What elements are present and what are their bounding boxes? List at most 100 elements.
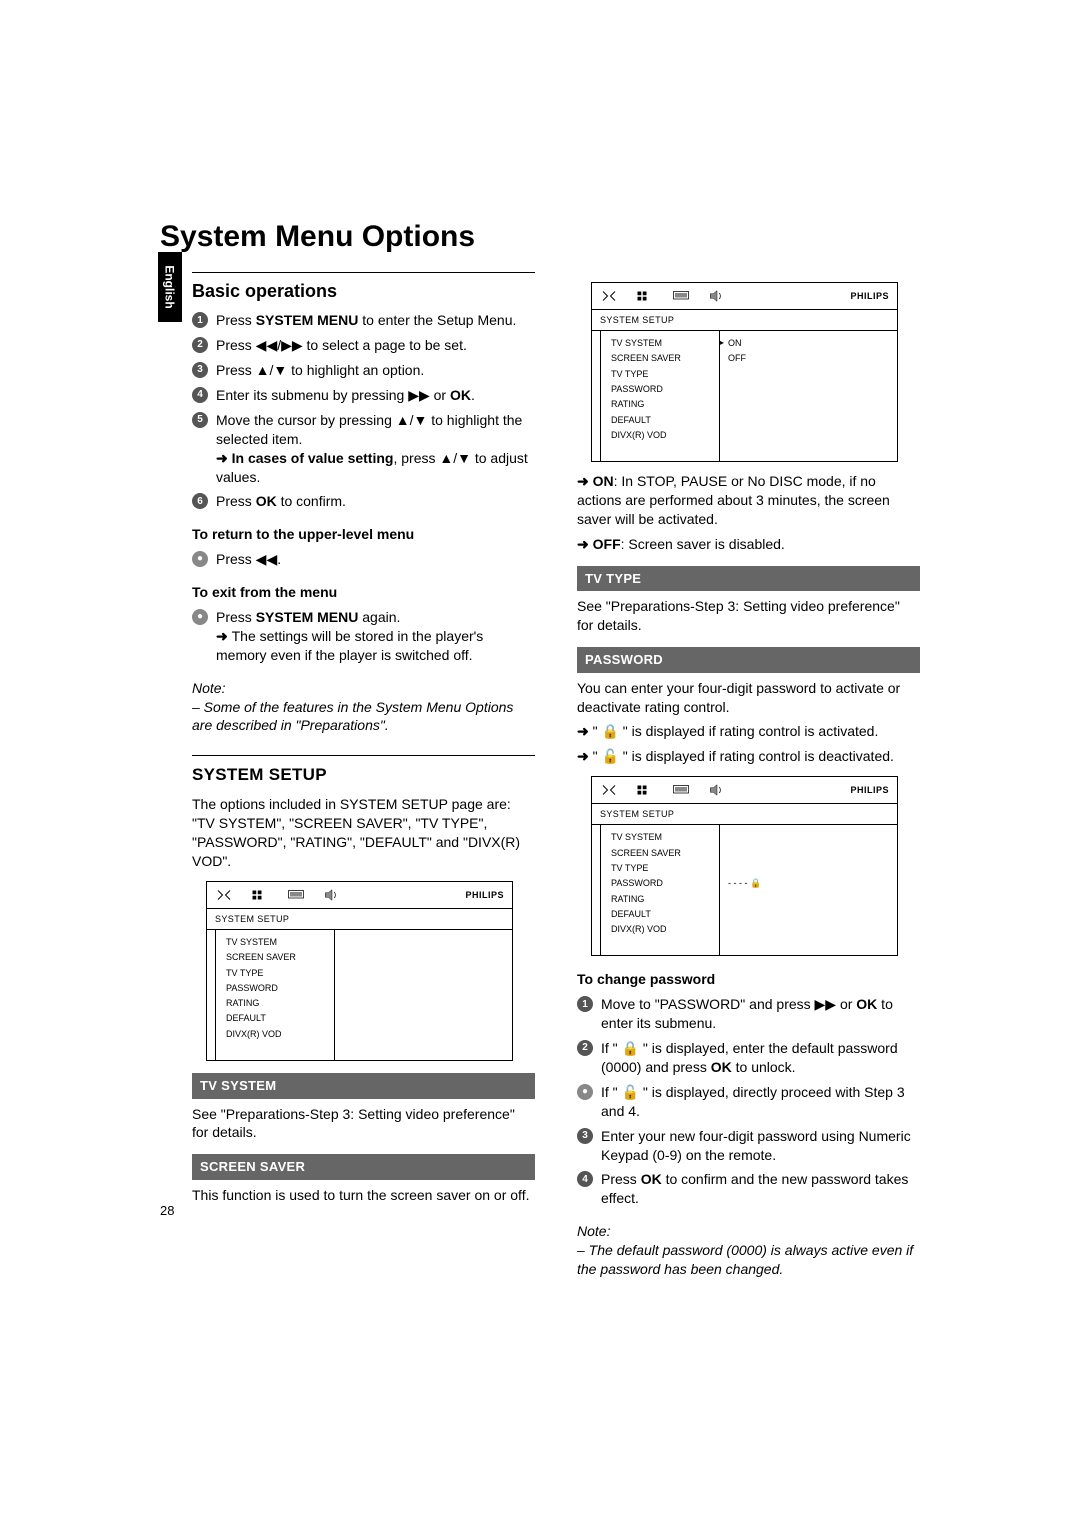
- text-bold: OK: [450, 387, 471, 403]
- bullet-2: 2: [192, 337, 208, 353]
- text: : In STOP, PAUSE or No DISC mode, if no …: [577, 473, 890, 527]
- grid-icon: [636, 783, 654, 797]
- bullet-1: 1: [577, 996, 593, 1012]
- osd-menu: TV SYSTEM SCREEN SAVER TV TYPE PASSWORD …: [215, 930, 335, 1060]
- osd-item: TV TYPE: [611, 367, 711, 382]
- tv-system-band: TV SYSTEM: [192, 1073, 535, 1099]
- text: to unlock.: [732, 1059, 796, 1075]
- system-setup-para: The options included in SYSTEM SETUP pag…: [192, 795, 535, 871]
- pw-step-3: 3Enter your new four-digit password usin…: [577, 1127, 920, 1165]
- brand-label: PHILIPS: [465, 889, 504, 901]
- text: to confirm.: [277, 493, 346, 509]
- language-tab: English: [158, 252, 182, 322]
- exit-step: ●Press SYSTEM MENU again.The settings wi…: [192, 608, 535, 665]
- text: : Screen saver is disabled.: [621, 536, 785, 552]
- pw-step-alt: ●If " 🔓 " is displayed, directly proceed…: [577, 1083, 920, 1121]
- osd-item: RATING: [611, 397, 711, 412]
- brand-label: PHILIPS: [850, 290, 889, 302]
- text: If " 🔓 " is displayed, directly proceed …: [601, 1083, 920, 1121]
- bullet-1: 1: [192, 312, 208, 328]
- screen-saver-para: This function is used to turn the screen…: [192, 1186, 535, 1205]
- osd-screenshot-screensaver: PHILIPS SYSTEM SETUP TV SYSTEM SCREEN SA…: [591, 282, 898, 462]
- tools-icon: [215, 888, 233, 902]
- text-bold: SYSTEM MENU: [256, 312, 359, 328]
- osd-item: DEFAULT: [611, 413, 711, 428]
- bullet-dot: ●: [192, 609, 208, 625]
- step-6: 6Press OK to confirm.: [192, 492, 535, 511]
- osd-item: TV TYPE: [611, 861, 711, 876]
- osd-item: SCREEN SAVER: [611, 846, 711, 861]
- text: to enter the Setup Menu.: [358, 312, 516, 328]
- osd-screenshot-password: PHILIPS SYSTEM SETUP TV SYSTEM SCREEN SA…: [591, 776, 898, 956]
- text: Press: [216, 312, 256, 328]
- bullet-2: 2: [577, 1040, 593, 1056]
- text-bold: OK: [856, 996, 877, 1012]
- basic-operations-heading: Basic operations: [192, 272, 535, 303]
- osd-item: DIVX(R) VOD: [611, 922, 711, 937]
- osd-item: TV TYPE: [226, 966, 326, 981]
- bullet-5: 5: [192, 412, 208, 428]
- password-para: You can enter your four-digit password t…: [577, 679, 920, 717]
- bullet-6: 6: [192, 493, 208, 509]
- text-bold: In cases of value setting: [232, 450, 394, 466]
- step-1: 1 Press SYSTEM MENU to enter the Setup Me…: [192, 311, 535, 330]
- osd-value-on: ON: [728, 336, 889, 351]
- text: .: [471, 387, 475, 403]
- display-icon: [672, 289, 690, 303]
- password-arr1: " 🔒 " is displayed if rating control is …: [577, 722, 920, 741]
- grid-icon: [636, 289, 654, 303]
- change-password-heading: To change password: [577, 970, 920, 989]
- osd-item: TV SYSTEM: [611, 830, 711, 845]
- text: Press: [216, 493, 256, 509]
- right-column: PHILIPS SYSTEM SETUP TV SYSTEM SCREEN SA…: [577, 272, 920, 1279]
- tools-icon: [600, 783, 618, 797]
- osd-item: DEFAULT: [611, 907, 711, 922]
- language-tab-label: English: [163, 265, 177, 308]
- return-heading: To return to the upper-level menu: [192, 525, 535, 544]
- osd-item: TV SYSTEM: [611, 336, 711, 351]
- speaker-icon: [708, 289, 726, 303]
- osd-menu: TV SYSTEM SCREEN SAVER TV TYPE PASSWORD …: [600, 331, 720, 461]
- text-bold: OK: [711, 1059, 732, 1075]
- system-setup-heading: SYSTEM SETUP: [192, 755, 535, 787]
- osd-tab: SYSTEM SETUP: [592, 309, 897, 330]
- grid-icon: [251, 888, 269, 902]
- speaker-icon: [708, 783, 726, 797]
- note-label: Note:: [577, 1222, 920, 1241]
- text: Move to "PASSWORD" and press ▶▶ or: [601, 996, 856, 1012]
- bullet-3: 3: [192, 362, 208, 378]
- ss-on-note: ON: In STOP, PAUSE or No DISC mode, if n…: [577, 472, 920, 529]
- osd-value-off: OFF: [728, 351, 889, 366]
- step-5: 5 Move the cursor by pressing ▲/▼ to high…: [192, 411, 535, 487]
- osd-item: RATING: [226, 996, 326, 1011]
- osd-item: SCREEN SAVER: [226, 950, 326, 965]
- osd-item: DIVX(R) VOD: [611, 428, 711, 443]
- note-body: – Some of the features in the System Men…: [192, 698, 535, 736]
- step-4: 4Enter its submenu by pressing ▶▶ or OK.: [192, 386, 535, 405]
- speaker-icon: [323, 888, 341, 902]
- display-icon: [672, 783, 690, 797]
- note-body: – The default password (0000) is always …: [577, 1241, 920, 1279]
- arrow-note: The settings will be stored in the playe…: [216, 627, 535, 665]
- text: Enter its submenu by pressing ▶▶ or: [216, 387, 450, 403]
- text: Move the cursor by pressing ▲/▼ to highl…: [216, 412, 522, 447]
- text: Press ▲/▼ to highlight an option.: [216, 361, 535, 380]
- text-bold: SYSTEM MENU: [256, 609, 359, 625]
- display-icon: [287, 888, 305, 902]
- osd-password-mask: - - - - 🔒: [728, 876, 889, 891]
- pw-step-1: 1Move to "PASSWORD" and press ▶▶ or OK t…: [577, 995, 920, 1033]
- tv-type-para: See "Preparations-Step 3: Setting video …: [577, 597, 920, 635]
- screen-saver-band: SCREEN SAVER: [192, 1154, 535, 1180]
- text: Press ◀◀/▶▶ to select a page to be set.: [216, 336, 535, 355]
- osd-item: RATING: [611, 892, 711, 907]
- pw-step-2: 2If " 🔒 " is displayed, enter the defaul…: [577, 1039, 920, 1077]
- osd-menu: TV SYSTEM SCREEN SAVER TV TYPE PASSWORD …: [600, 825, 720, 955]
- text: Press: [601, 1171, 641, 1187]
- brand-label: PHILIPS: [850, 784, 889, 796]
- page-title: System Menu Options: [160, 220, 920, 254]
- note-label: Note:: [192, 679, 535, 698]
- osd-tab: SYSTEM SETUP: [592, 803, 897, 824]
- text-bold: ON: [593, 473, 614, 489]
- osd-item: DIVX(R) VOD: [226, 1027, 326, 1042]
- page-number: 28: [160, 1203, 174, 1218]
